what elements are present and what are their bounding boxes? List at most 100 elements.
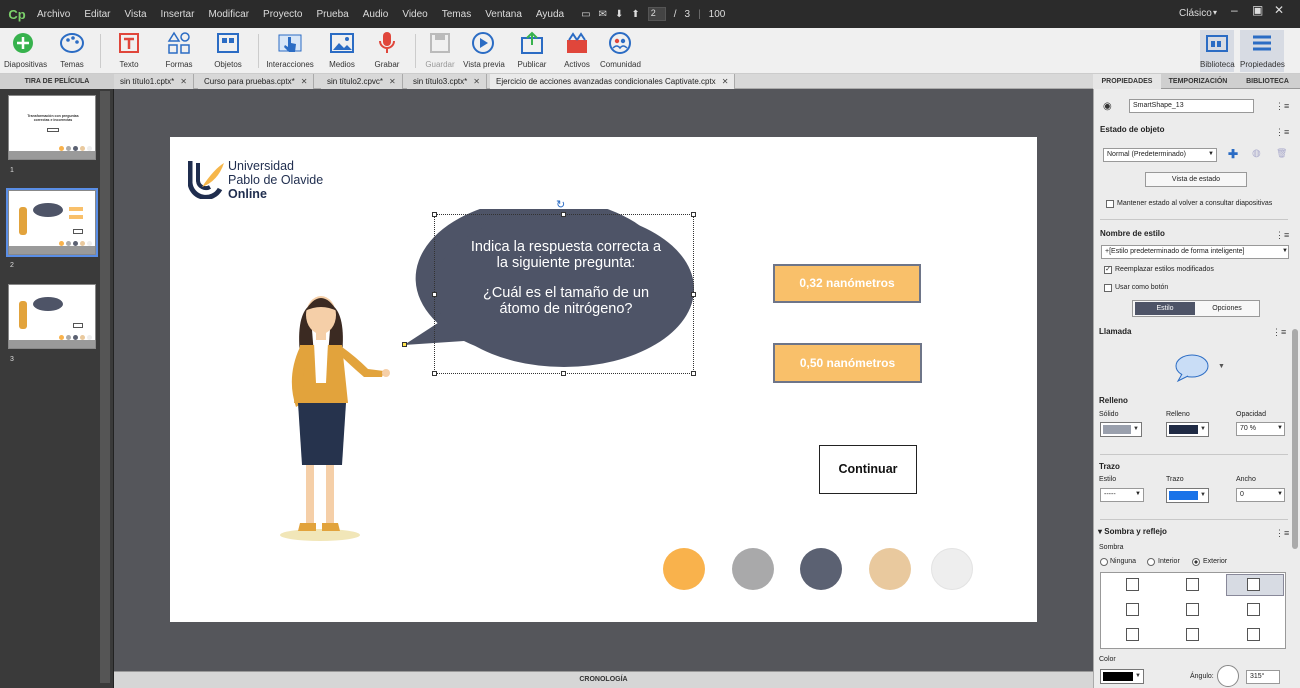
angle-input[interactable]: 315° bbox=[1246, 670, 1280, 684]
add-state-icon[interactable]: ✚ bbox=[1228, 147, 1238, 161]
continue-button[interactable]: Continuar bbox=[819, 445, 917, 494]
resize-handle[interactable] bbox=[691, 371, 696, 376]
diapositivas-button[interactable]: Diapositivas bbox=[4, 30, 47, 69]
resize-handle[interactable] bbox=[432, 371, 437, 376]
temas-button[interactable]: Temas bbox=[54, 30, 90, 69]
angle-dial[interactable] bbox=[1217, 665, 1239, 687]
tab-doc-1[interactable]: sin título1.cptx* ✕ bbox=[114, 74, 194, 89]
shadow-outer-radio[interactable] bbox=[1192, 558, 1200, 566]
segment-estilo[interactable]: Estilo bbox=[1135, 302, 1195, 315]
propiedades-button[interactable]: Propiedades bbox=[1240, 30, 1285, 72]
close-icon[interactable]: ✕ bbox=[473, 77, 480, 86]
menu-editar[interactable]: Editar bbox=[77, 9, 117, 20]
menu-icon[interactable]: ⋮≡ bbox=[1275, 127, 1289, 138]
answer-button-2[interactable]: 0,50 nanómetros bbox=[773, 343, 922, 383]
filmstrip-scrollbar[interactable] bbox=[100, 91, 110, 683]
chevron-down-icon[interactable]: ▼ bbox=[1277, 491, 1283, 497]
shadow-cell[interactable] bbox=[1126, 603, 1139, 616]
vista-estado-button[interactable]: Vista de estado bbox=[1145, 172, 1247, 187]
slide-thumb-2[interactable] bbox=[6, 188, 98, 257]
resize-handle[interactable] bbox=[691, 292, 696, 297]
callout-shape-icon[interactable] bbox=[1174, 353, 1214, 383]
close-icon[interactable]: ✕ bbox=[180, 77, 187, 86]
tab-temporizacion[interactable]: TEMPORIZACIÓN bbox=[1161, 74, 1235, 89]
menu-vista[interactable]: Vista bbox=[117, 9, 153, 20]
menu-prueba[interactable]: Prueba bbox=[310, 9, 356, 20]
page-current-input[interactable]: 2 bbox=[647, 7, 666, 21]
menu-icon[interactable]: ⋮≡ bbox=[1275, 230, 1289, 241]
object-name-input[interactable]: SmartShape_13 bbox=[1129, 99, 1254, 113]
medios-button[interactable]: Medios bbox=[326, 30, 358, 69]
close-icon[interactable]: ✕ bbox=[722, 77, 729, 86]
rotate-icon[interactable]: ↻ bbox=[556, 198, 565, 211]
resize-handle[interactable] bbox=[691, 212, 696, 217]
reemplazar-checkbox[interactable]: ✓ bbox=[1104, 266, 1112, 274]
shadow-cell[interactable] bbox=[1186, 603, 1199, 616]
tab-doc-2[interactable]: Curso para pruebas.cptx* ✕ bbox=[198, 74, 315, 89]
menu-ayuda[interactable]: Ayuda bbox=[529, 9, 571, 20]
segment-opciones[interactable]: Opciones bbox=[1197, 302, 1257, 315]
activos-button[interactable]: Activos bbox=[560, 30, 594, 69]
formas-button[interactable]: Formas bbox=[162, 30, 196, 69]
shadow-cell[interactable] bbox=[1247, 603, 1260, 616]
resize-handle[interactable] bbox=[561, 212, 566, 217]
menu-video[interactable]: Video bbox=[395, 9, 434, 20]
comment-icon[interactable]: ▭ bbox=[581, 9, 590, 20]
vista-previa-button[interactable]: Vista previa bbox=[462, 30, 506, 69]
menu-temas[interactable]: Temas bbox=[435, 9, 478, 20]
chevron-down-icon[interactable]: ▾ bbox=[1213, 8, 1217, 17]
close-icon[interactable]: ✕ bbox=[301, 77, 308, 86]
shadow-cell[interactable] bbox=[1247, 578, 1260, 591]
sombra-title[interactable]: ▾ Sombra y reflejo bbox=[1098, 527, 1167, 536]
stroke-color-swatch[interactable]: ▼ bbox=[1166, 488, 1209, 503]
menu-insertar[interactable]: Insertar bbox=[154, 9, 202, 20]
objetos-button[interactable]: Objetos bbox=[210, 30, 246, 69]
tab-doc-5[interactable]: Ejercicio de acciones avanzadas condicio… bbox=[490, 74, 736, 89]
shadow-cell[interactable] bbox=[1126, 578, 1139, 591]
tab-doc-4[interactable]: sin título3.cptx* ✕ bbox=[407, 74, 487, 89]
state-select[interactable]: Normal (Predeterminado) bbox=[1103, 148, 1217, 162]
answer-button-1[interactable]: 0,32 nanómetros bbox=[773, 264, 921, 303]
shadow-cell[interactable] bbox=[1247, 628, 1260, 641]
trash-icon[interactable]: 🗑 bbox=[1276, 148, 1287, 159]
close-icon[interactable]: ✕ bbox=[389, 77, 396, 86]
menu-archivo[interactable]: Archivo bbox=[30, 9, 77, 20]
arrow-up-icon[interactable]: ⬆ bbox=[631, 9, 639, 20]
chevron-down-icon[interactable]: ▼ bbox=[1282, 248, 1288, 254]
chevron-down-icon[interactable]: ▼ bbox=[1277, 425, 1283, 431]
shadow-cell[interactable] bbox=[1126, 628, 1139, 641]
refresh-icon[interactable]: ◍ bbox=[1252, 148, 1261, 159]
tab-biblioteca[interactable]: BIBLIOTECA bbox=[1235, 74, 1300, 89]
menu-icon[interactable]: ⋮≡ bbox=[1272, 327, 1286, 338]
biblioteca-button[interactable]: Biblioteca bbox=[1200, 30, 1235, 72]
chevron-down-icon[interactable]: ▼ bbox=[1135, 491, 1141, 497]
shadow-color-swatch[interactable]: ▼ bbox=[1100, 669, 1144, 684]
selection-frame[interactable] bbox=[434, 214, 694, 374]
slide-canvas[interactable]: Universidad Pablo de Olavide Online Indi… bbox=[170, 137, 1037, 622]
usar-boton-checkbox[interactable] bbox=[1104, 284, 1112, 292]
shadow-cell[interactable] bbox=[1186, 578, 1199, 591]
interacciones-button[interactable]: Interacciones bbox=[266, 30, 314, 69]
fill-solid-swatch[interactable]: ▼ bbox=[1100, 422, 1142, 437]
mantener-checkbox[interactable] bbox=[1106, 200, 1114, 208]
maximize-icon[interactable]: ▣ bbox=[1252, 3, 1263, 17]
grabar-button[interactable]: Grabar bbox=[372, 30, 402, 69]
chevron-down-icon[interactable]: ▼ bbox=[1208, 151, 1214, 157]
resize-handle[interactable] bbox=[432, 292, 437, 297]
shadow-none-radio[interactable] bbox=[1100, 558, 1108, 566]
tab-propiedades[interactable]: PROPIEDADES bbox=[1093, 74, 1161, 89]
style-select[interactable]: +[Estilo predeterminado de forma intelig… bbox=[1101, 245, 1289, 259]
tab-doc-3[interactable]: sin título2.cpvc* ✕ bbox=[321, 74, 403, 89]
menu-icon[interactable]: ⋮≡ bbox=[1275, 101, 1289, 112]
properties-scrollbar[interactable] bbox=[1292, 329, 1298, 549]
slide-thumb-3[interactable] bbox=[8, 284, 96, 349]
shadow-cell[interactable] bbox=[1186, 628, 1199, 641]
resize-handle[interactable] bbox=[432, 212, 437, 217]
resize-handle[interactable] bbox=[561, 371, 566, 376]
fill-color-swatch[interactable]: ▼ bbox=[1166, 422, 1209, 437]
menu-proyecto[interactable]: Proyecto bbox=[256, 9, 309, 20]
arrow-down-icon[interactable]: ⬇ bbox=[615, 9, 623, 20]
callout-pointer-handle[interactable] bbox=[402, 342, 407, 347]
mail-icon[interactable]: ✉ bbox=[599, 9, 607, 20]
close-icon[interactable]: ✕ bbox=[1274, 3, 1284, 17]
